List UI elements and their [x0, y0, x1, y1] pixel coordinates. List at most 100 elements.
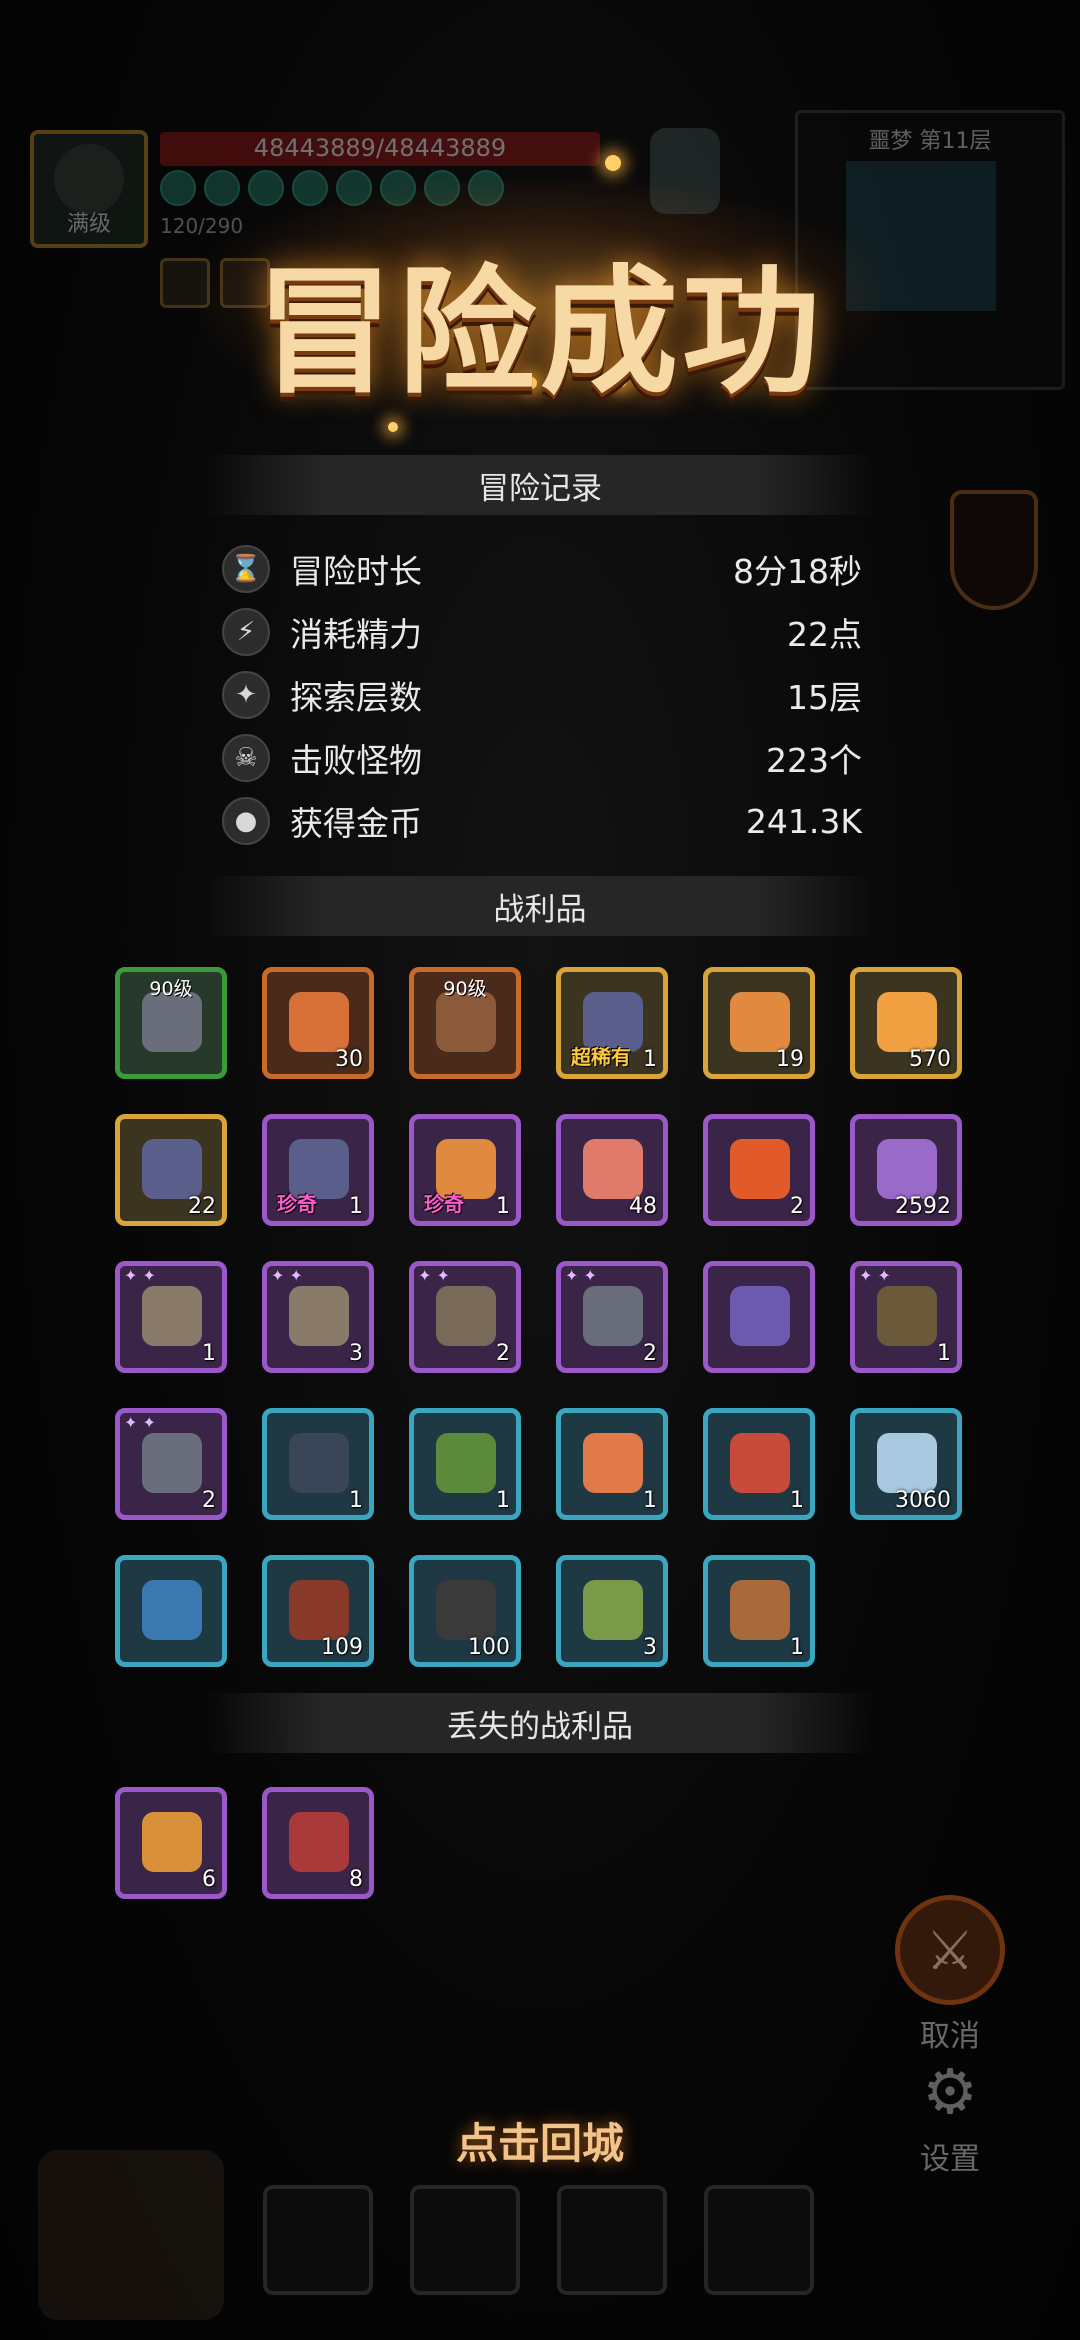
quick-slot	[263, 2185, 373, 2295]
avatar-face	[54, 144, 124, 214]
crossed-swords-icon: ⚔	[895, 1895, 1005, 2005]
player-level-label: 满级	[66, 212, 111, 237]
settings-label: 设置	[920, 2142, 980, 2177]
loot-item[interactable]: 3060	[850, 1408, 962, 1520]
item-count: 30	[335, 1047, 363, 1072]
item-count: 1	[496, 1194, 510, 1219]
item-count: 2	[790, 1194, 804, 1219]
inventory-chest-icon	[38, 2150, 224, 2320]
loot-item[interactable]: 1	[703, 1555, 815, 1667]
cancel-button[interactable]: ⚔ 取消	[895, 1895, 1005, 2055]
loot-item[interactable]: 1	[409, 1408, 521, 1520]
record-row-monsters: ☠ 击败怪物 223个	[222, 729, 862, 787]
loot-item[interactable]: ✦ ✦ 2	[115, 1408, 227, 1520]
loot-item[interactable]: 100	[409, 1555, 521, 1667]
item-art-icon	[142, 1580, 202, 1640]
loot-item[interactable]: 1	[703, 1408, 815, 1520]
loot-item[interactable]: 6	[115, 1787, 227, 1899]
star-icon: ✦ ✦	[859, 1266, 891, 1285]
star-icon: ✦ ✦	[418, 1266, 450, 1285]
loot-item[interactable]: 30	[262, 967, 374, 1079]
loot-item[interactable]: ✦ ✦ 1	[115, 1261, 227, 1373]
item-art-icon	[583, 1433, 643, 1493]
hp-text: 48443889/48443889	[253, 134, 507, 162]
loot-item[interactable]: ✦ ✦ 2	[409, 1261, 521, 1373]
item-art-icon	[730, 1433, 790, 1493]
item-art-icon	[436, 1433, 496, 1493]
star-icon: ✦ ✦	[124, 1266, 156, 1285]
item-art-icon	[877, 992, 937, 1052]
item-count: 1	[202, 1341, 216, 1366]
loot-item[interactable]: 3	[556, 1555, 668, 1667]
loot-item[interactable]: 8	[262, 1787, 374, 1899]
star-icon: ✦ ✦	[271, 1266, 303, 1285]
record-label: 探索层数	[290, 678, 422, 717]
buff-orb	[160, 170, 196, 206]
lightning-icon: ⚡	[222, 608, 270, 656]
loot-item[interactable]: 1	[262, 1408, 374, 1520]
item-count: 1	[349, 1194, 363, 1219]
loot-item[interactable]: 19	[703, 967, 815, 1079]
loot-item[interactable]: 48	[556, 1114, 668, 1226]
item-count: 6	[202, 1867, 216, 1892]
loot-item[interactable]: ✦ ✦ 1	[850, 1261, 962, 1373]
loot-item[interactable]: 90级	[115, 967, 227, 1079]
item-count: 2	[202, 1488, 216, 1513]
item-count: 109	[321, 1635, 363, 1660]
item-count: 1	[643, 1488, 657, 1513]
quick-slot	[410, 2185, 520, 2295]
item-count: 1	[349, 1488, 363, 1513]
item-rarity-tag: 超稀有	[571, 1045, 631, 1069]
record-header: 冒险记录	[205, 455, 875, 515]
loot-item[interactable]: 珍奇 1	[262, 1114, 374, 1226]
item-art-icon	[289, 1286, 349, 1346]
loot-item[interactable]: 珍奇 1	[409, 1114, 521, 1226]
item-art-icon	[436, 992, 496, 1052]
item-art-icon	[583, 1286, 643, 1346]
record-label: 获得金币	[290, 804, 422, 843]
loot-item[interactable]: 570	[850, 967, 962, 1079]
item-rarity-tag: 珍奇	[424, 1192, 464, 1216]
settings-button[interactable]: ⚙ 设置	[895, 2055, 1005, 2178]
item-count: 1	[643, 1047, 657, 1072]
loot-item[interactable]: ✦ ✦ 2	[556, 1261, 668, 1373]
item-art-icon	[730, 992, 790, 1052]
loot-item[interactable]	[703, 1261, 815, 1373]
spark	[605, 155, 621, 171]
record-label: 消耗精力	[290, 615, 422, 654]
item-art-icon	[436, 1286, 496, 1346]
cancel-label: 取消	[920, 2019, 980, 2054]
coin-icon: ●	[222, 797, 270, 845]
loot-item[interactable]: 超稀有 1	[556, 967, 668, 1079]
gear-icon: ⚙	[922, 2055, 978, 2128]
star-icon: ✦ ✦	[124, 1413, 156, 1432]
record-value: 15层	[787, 678, 862, 717]
loot-item[interactable]: 2	[703, 1114, 815, 1226]
loot-item[interactable]: ✦ ✦ 3	[262, 1261, 374, 1373]
loot-item[interactable]: 2592	[850, 1114, 962, 1226]
item-count: 3060	[895, 1488, 951, 1513]
loot-item[interactable]: 90级	[409, 967, 521, 1079]
item-count: 3	[349, 1341, 363, 1366]
loot-item[interactable]: 22	[115, 1114, 227, 1226]
loot-item[interactable]: 1	[556, 1408, 668, 1520]
loot-item[interactable]: 109	[262, 1555, 374, 1667]
player-avatar: 满级	[30, 130, 148, 248]
record-row-gold: ● 获得金币 241.3K	[222, 792, 862, 850]
item-count: 48	[629, 1194, 657, 1219]
back-to-town-button[interactable]: 点击回城	[380, 2110, 700, 2171]
item-rarity-tag: 珍奇	[277, 1192, 317, 1216]
item-art-icon	[877, 1139, 937, 1199]
item-count: 3	[643, 1635, 657, 1660]
item-art-icon	[289, 1812, 349, 1872]
item-count: 8	[349, 1867, 363, 1892]
item-count: 2592	[895, 1194, 951, 1219]
item-art-icon	[730, 1286, 790, 1346]
record-row-duration: ⌛ 冒险时长 8分18秒	[222, 540, 862, 598]
item-count: 2	[643, 1341, 657, 1366]
item-count: 2	[496, 1341, 510, 1366]
item-art-icon	[289, 1433, 349, 1493]
skull-icon: ☠	[222, 734, 270, 782]
loot-item[interactable]	[115, 1555, 227, 1667]
item-count: 22	[188, 1194, 216, 1219]
